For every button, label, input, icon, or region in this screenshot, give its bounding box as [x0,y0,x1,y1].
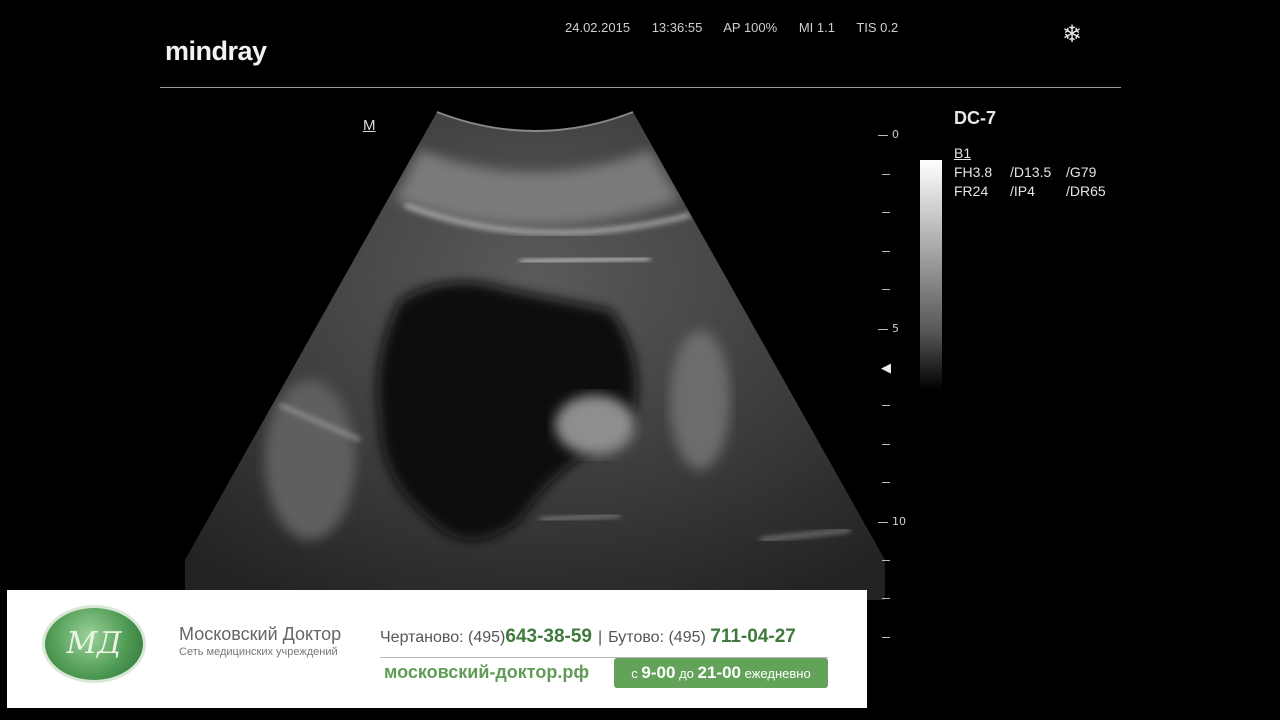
hours-text: с [631,666,638,681]
depth-label: 5 [878,322,899,335]
focus-marker-icon[interactable]: ◀ [881,360,891,376]
phone-code: (495) [668,629,706,646]
params-row: FH3.8/D13.5/G79 [954,163,1106,182]
hours-open: 9-00 [641,663,676,682]
orientation-marker: M [363,117,376,134]
logo-monogram: МД [66,626,122,661]
param-value: /D13.5 [1010,164,1052,180]
clinic-name: Московский Доктор [179,624,342,644]
hours-text: до [679,666,694,681]
depth-label: 0 [878,128,899,141]
clinic-banner: МД Московский Доктор Сеть медицинских уч… [7,590,867,708]
param-value: /DR65 [1066,183,1106,199]
imaging-params: B1 FH3.8/D13.5/G79 FR24/IP4/DR65 [954,144,1106,201]
separator: | [598,629,603,646]
scan-sector [185,112,885,600]
branch-label: Чертаново: [380,629,464,646]
branch-label: Бутово: [608,629,665,646]
phone-line: Чертаново: (495)643-38-59 | Бутово: (495) … [380,626,796,648]
depth-label: 10 [878,515,906,528]
imaging-mode: B1 [954,145,972,161]
phone-number[interactable]: 711-04-27 [710,626,796,647]
probe-name: DC-7 [954,108,997,128]
param-value: FH3.8 [954,164,993,180]
phone-number[interactable]: 643-38-59 [505,626,592,647]
grayscale-bar [920,160,942,390]
param-value: /G79 [1066,164,1097,180]
opening-hours-badge: с 9-00 до 21-00 ежедневно [614,658,828,688]
website-link[interactable]: московский-доктор.рф [384,662,589,683]
hours-close: 21-00 [697,663,742,682]
phone-code: (495) [468,629,506,646]
hours-text: ежедневно [744,666,811,681]
clinic-logo: МД [45,608,143,680]
clinic-subtitle: Сеть медицинских учреждений [179,646,338,658]
params-row: FR24/IP4/DR65 [954,182,1106,201]
param-value: /IP4 [1010,183,1035,199]
param-value: FR24 [954,183,989,199]
